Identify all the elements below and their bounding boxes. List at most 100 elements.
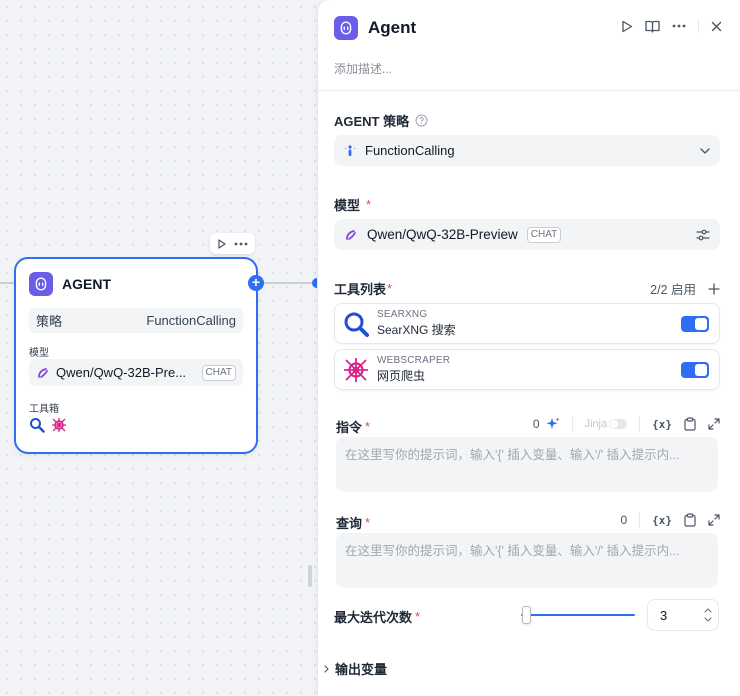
query-label: 查询 — [336, 516, 363, 531]
run-icon[interactable] — [621, 20, 633, 33]
strategy-icon — [344, 144, 356, 158]
query-toolbar: 0 {x} — [620, 513, 720, 527]
instruction-label-row: 指令 * — [336, 417, 370, 436]
max-iterations-slider-track[interactable] — [521, 614, 635, 616]
panel-actions — [621, 19, 722, 33]
chevron-down-icon — [700, 147, 710, 154]
node-model-label: 模型 — [29, 348, 49, 359]
jinja-toggle-group: Jinja — [585, 418, 628, 430]
description-input[interactable]: 添加描述... — [334, 60, 392, 77]
agent-node[interactable]: AGENT 策略 FunctionCalling 模型 Qwen/QwQ-32B… — [14, 257, 258, 454]
tool-meta: WEBSCRAPER 网页爬虫 — [377, 355, 673, 384]
max-iterations-label: 最大迭代次数 — [334, 610, 413, 625]
node-model-name: Qwen/QwQ-32B-Pre... — [56, 365, 187, 380]
model-badge: CHAT — [526, 226, 562, 243]
max-iterations-label-row: 最大迭代次数 * — [334, 607, 420, 626]
chevron-right-icon — [324, 664, 329, 673]
max-iterations-slider-thumb[interactable] — [522, 606, 532, 624]
node-tools-label: 工具箱 — [29, 404, 59, 415]
required-mark: * — [415, 609, 421, 624]
node-settings-panel: Agent 添加描述... AGENT 策略 FunctionCalling 模… — [317, 0, 740, 696]
insert-variable-button[interactable]: {x} — [652, 418, 672, 431]
panel-agent-icon — [334, 16, 358, 40]
tools-label: 工具列表 — [334, 282, 387, 297]
searxng-icon — [29, 417, 45, 433]
more-icon[interactable] — [672, 24, 686, 28]
jinja-toggle[interactable] — [609, 419, 628, 429]
instruction-input[interactable]: 在这里写你的提示词，输入'{' 插入变量、输入'/' 插入提示内... — [336, 437, 718, 492]
tool-item-searxng[interactable]: SEARXNG SearXNG 搜索 — [334, 303, 720, 344]
instruction-toolbar: 0 Jinja {x} — [533, 417, 720, 431]
docs-book-icon[interactable] — [645, 20, 660, 33]
tool-kind: SEARXNG — [377, 309, 428, 320]
model-select[interactable]: Qwen/QwQ-32B-Preview CHAT — [334, 219, 720, 250]
instruction-label: 指令 — [336, 420, 363, 435]
tool-enable-toggle[interactable] — [681, 315, 709, 332]
strategy-select[interactable]: FunctionCalling — [334, 135, 720, 166]
node-toolbar — [210, 233, 255, 254]
max-iterations-value[interactable]: 3 — [648, 608, 698, 623]
query-label-row: 查询 * — [336, 513, 370, 532]
query-input[interactable]: 在这里写你的提示词，输入'{' 插入变量、输入'/' 插入提示内... — [336, 533, 718, 588]
close-icon[interactable] — [711, 21, 722, 32]
tool-name: 网页爬虫 — [377, 369, 426, 383]
strategy-value: FunctionCalling — [365, 143, 455, 158]
node-more-icon[interactable] — [234, 242, 248, 246]
max-iterations-stepper[interactable]: 3 — [647, 599, 719, 631]
stepper-arrows — [698, 600, 718, 630]
tool-name: SearXNG 搜索 — [377, 323, 456, 337]
searxng-icon — [343, 311, 369, 337]
panel-title[interactable]: Agent — [368, 18, 416, 38]
node-strategy-label: 策略 — [36, 314, 63, 329]
node-title: AGENT — [62, 276, 111, 292]
insert-variable-button[interactable]: {x} — [652, 514, 672, 527]
model-settings-icon[interactable] — [696, 229, 710, 241]
instruction-char-count: 0 — [532, 417, 540, 431]
panel-header: Agent — [334, 16, 416, 40]
tools-status: 2/2 启用 — [650, 283, 696, 297]
toolbar-divider — [571, 417, 573, 431]
ai-generate-icon[interactable] — [546, 417, 560, 431]
expand-icon[interactable] — [708, 418, 720, 430]
output-variables-toggle[interactable]: 输出变量 — [324, 659, 387, 678]
strategy-label-row: AGENT 策略 — [334, 111, 428, 130]
add-tool-icon[interactable] — [708, 282, 720, 295]
model-name: Qwen/QwQ-32B-Preview — [367, 227, 518, 242]
copy-icon[interactable] — [684, 513, 696, 527]
tool-item-webscraper[interactable]: WEBSCRAPER 网页爬虫 — [334, 349, 720, 390]
output-variables-label: 输出变量 — [335, 662, 388, 677]
panel-resize-handle[interactable] — [308, 565, 312, 587]
toolbar-divider — [639, 417, 641, 431]
chevron-up-icon[interactable] — [704, 608, 712, 613]
outgoing-edge — [262, 282, 318, 284]
node-strategy-value: FunctionCalling — [146, 313, 236, 328]
tools-header-actions: 2/2 启用 — [650, 279, 720, 298]
add-next-node-button[interactable]: + — [248, 275, 264, 291]
required-mark: * — [387, 281, 393, 296]
header-divider — [318, 90, 740, 91]
help-icon[interactable] — [415, 114, 428, 127]
expand-icon[interactable] — [708, 514, 720, 526]
tool-enable-toggle[interactable] — [681, 361, 709, 378]
jinja-label: Jinja — [584, 418, 608, 430]
run-node-icon[interactable] — [217, 238, 227, 249]
required-mark: * — [365, 419, 371, 434]
webscraper-icon — [51, 417, 67, 433]
required-mark: * — [365, 515, 371, 530]
webscraper-icon — [343, 357, 369, 383]
node-model-row: Qwen/QwQ-32B-Pre... CHAT — [29, 359, 243, 386]
actions-divider — [698, 19, 699, 33]
toolbar-divider — [639, 513, 641, 527]
model-provider-icon — [36, 366, 50, 380]
node-strategy-row: 策略 FunctionCalling — [29, 308, 243, 333]
copy-icon[interactable] — [684, 417, 696, 431]
tool-meta: SEARXNG SearXNG 搜索 — [377, 309, 673, 338]
model-label-row: 模型 * — [334, 195, 371, 214]
node-model-badge: CHAT — [201, 364, 236, 381]
tool-kind: WEBSCRAPER — [377, 355, 451, 366]
required-mark: * — [366, 197, 372, 212]
agent-icon — [29, 272, 53, 296]
chevron-down-icon[interactable] — [704, 617, 712, 622]
incoming-edge — [0, 282, 15, 284]
strategy-label: AGENT 策略 — [334, 114, 410, 129]
